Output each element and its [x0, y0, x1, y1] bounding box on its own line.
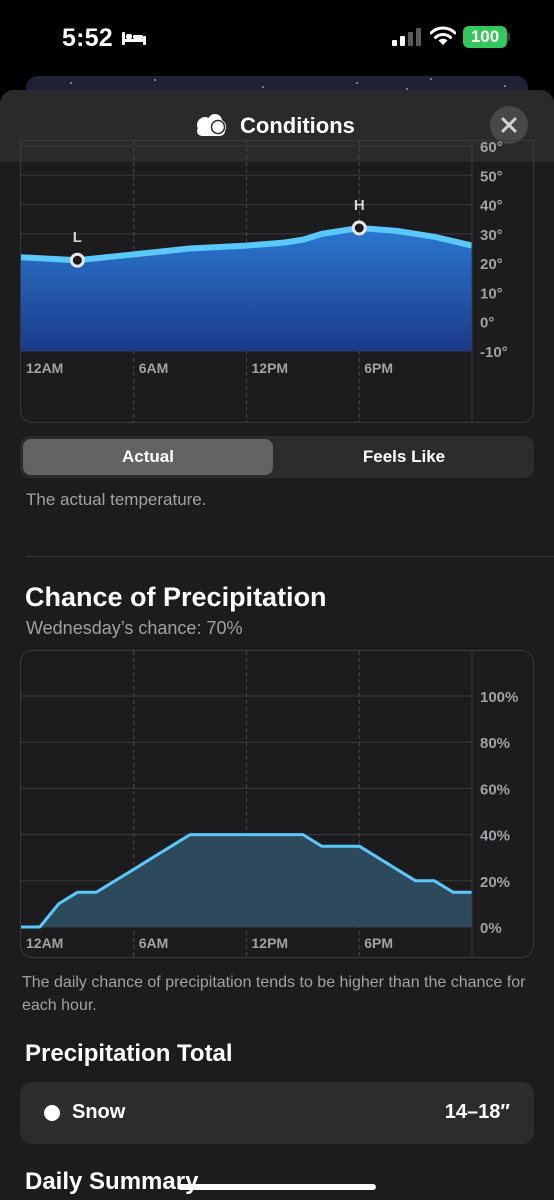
snow-dot: [44, 1105, 60, 1121]
daily-summary-title: Daily Summary: [25, 1168, 199, 1195]
precipitation-amount: 14–18″: [444, 1101, 510, 1123]
section-divider: [26, 556, 554, 557]
y-tick-label: 0°: [480, 315, 494, 332]
y-tick-label: 40%: [480, 828, 510, 845]
x-tick-label: 12AM: [26, 360, 63, 376]
temperature-chart: 60° 50° 40° 30° 20° 10° 0° -10° 12AM 6AM 12PM 6PM L H: [20, 140, 534, 423]
precipitation-total-card: Snow 14–18″: [20, 1082, 534, 1144]
y-tick-label: 20°: [480, 256, 503, 273]
cloud-icon: [197, 114, 226, 136]
signal-icon: [392, 28, 421, 46]
x-tick-label: 12PM: [252, 360, 289, 376]
precipitation-chart-svg: 100% 80% 60% 40% 20% 0% 12AM 6AM 12PM 6PM: [21, 651, 518, 957]
y-tick-label: 30°: [480, 227, 503, 244]
home-indicator[interactable]: [178, 1184, 376, 1190]
precipitation-total-title: Precipitation Total: [25, 1040, 233, 1067]
conditions-sheet: Conditions 60° 50° 40° 30° 20° 10° 0° -10° 12AM 6…: [0, 90, 554, 1200]
precipitation-footnote: The daily chance of precipitation tends …: [22, 974, 526, 1014]
y-tick-label: 50°: [480, 168, 503, 185]
close-icon: [501, 117, 517, 133]
x-tick-label: 6AM: [139, 935, 169, 951]
temperature-chart-svg: 60° 50° 40° 30° 20° 10° 0° -10° 12AM 6AM 12PM 6PM L H: [21, 141, 508, 422]
y-tick-label: 40°: [480, 198, 503, 215]
precipitation-chart: 100% 80% 60% 40% 20% 0% 12AM 6AM 12PM 6PM: [20, 650, 534, 958]
precipitation-type: Snow: [72, 1101, 126, 1123]
y-tick-label: 100%: [480, 689, 518, 706]
low-label: L: [73, 229, 82, 246]
x-tick-label: 12AM: [26, 935, 63, 951]
close-button[interactable]: [490, 106, 528, 144]
page-title: Conditions: [240, 113, 355, 138]
tab-feels-like[interactable]: Feels Like: [277, 439, 531, 475]
temperature-description: The actual temperature.: [26, 490, 207, 509]
low-marker: [69, 252, 85, 268]
y-tick-label: 60%: [480, 781, 510, 798]
high-label: H: [354, 197, 365, 214]
battery-cap: [507, 33, 510, 41]
status-bar: 5:52 100: [0, 0, 554, 76]
high-marker: [351, 220, 367, 236]
temperature-mode-toggle: Actual Feels Like: [20, 436, 534, 478]
wifi-icon: [430, 26, 456, 45]
y-tick-label: 20%: [480, 874, 510, 891]
battery-level: 100: [463, 26, 507, 48]
x-tick-label: 6AM: [139, 360, 169, 376]
x-tick-label: 12PM: [252, 935, 289, 951]
y-tick-label: 0%: [480, 920, 502, 937]
status-time: 5:52: [62, 24, 113, 52]
y-tick-label: 10°: [480, 285, 503, 302]
tab-actual[interactable]: Actual: [23, 439, 273, 475]
y-tick-label: 60°: [480, 141, 503, 156]
x-tick-label: 6PM: [364, 360, 393, 376]
x-tick-label: 6PM: [364, 935, 393, 951]
y-tick-label: 80%: [480, 735, 510, 752]
precipitation-subtitle: Wednesday’s chance: 70%: [26, 618, 243, 638]
bed-icon: [122, 32, 146, 45]
precipitation-title: Chance of Precipitation: [25, 582, 327, 612]
y-tick-label: -10°: [480, 344, 508, 361]
